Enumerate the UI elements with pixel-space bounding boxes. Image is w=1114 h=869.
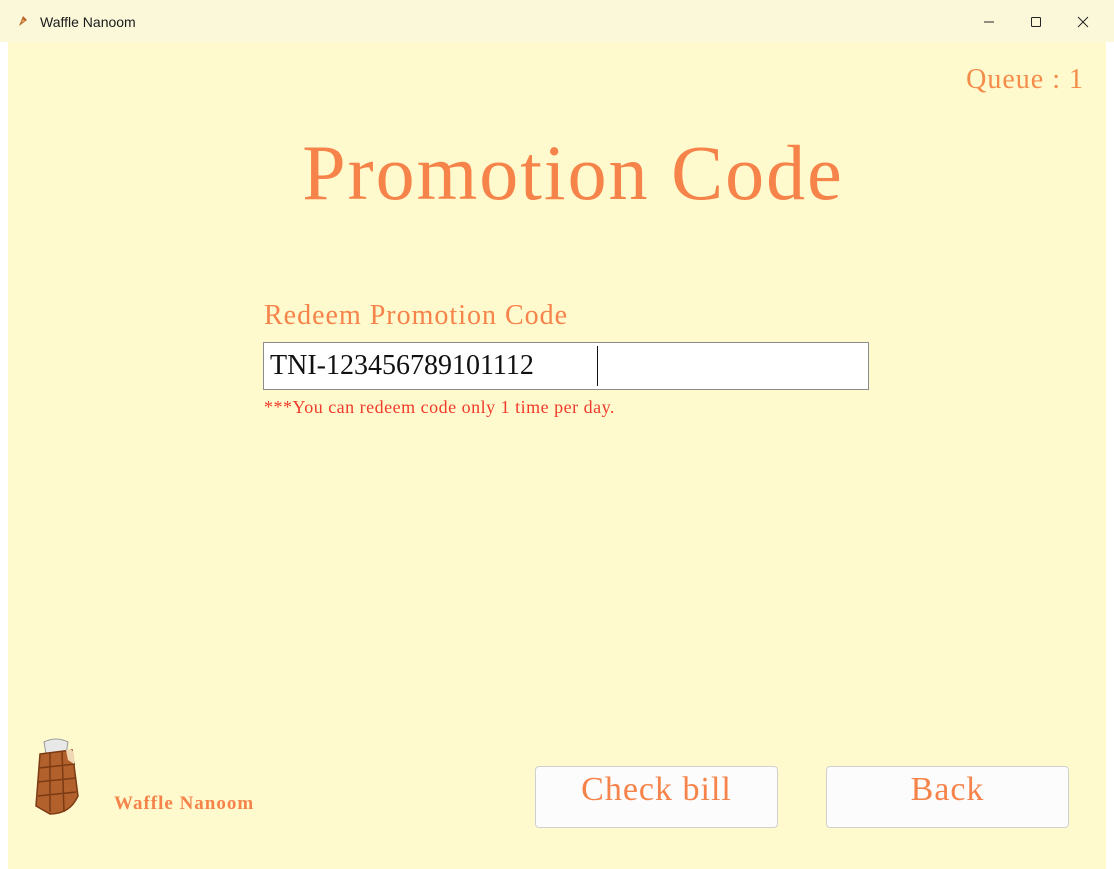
main-panel: Queue : 1 Promotion Code Redeem Promotio… bbox=[8, 42, 1106, 869]
page-title: Promotion Code bbox=[302, 129, 844, 216]
close-icon bbox=[1077, 16, 1089, 28]
maximize-button[interactable] bbox=[1013, 8, 1059, 36]
redeem-label: Redeem Promotion Code bbox=[264, 300, 569, 331]
minimize-icon bbox=[984, 21, 994, 23]
waffle-logo-icon bbox=[35, 738, 79, 815]
brand-name: Waffle Nanoom bbox=[114, 793, 255, 814]
close-button[interactable] bbox=[1060, 8, 1106, 36]
text-caret bbox=[597, 346, 598, 386]
window-title: Waffle Nanoom bbox=[40, 14, 136, 30]
promotion-code-input[interactable] bbox=[263, 342, 869, 390]
maximize-icon bbox=[1031, 17, 1041, 27]
window-titlebar: Waffle Nanoom bbox=[0, 0, 1114, 42]
check-bill-button[interactable]: Check bill bbox=[535, 766, 778, 828]
redeem-note: ***You can redeem code only 1 time per d… bbox=[264, 397, 615, 417]
back-button[interactable]: Back bbox=[826, 766, 1069, 828]
waffle-icon bbox=[19, 16, 27, 26]
minimize-button[interactable] bbox=[966, 8, 1012, 36]
queue-label: Queue : 1 bbox=[966, 64, 1084, 95]
